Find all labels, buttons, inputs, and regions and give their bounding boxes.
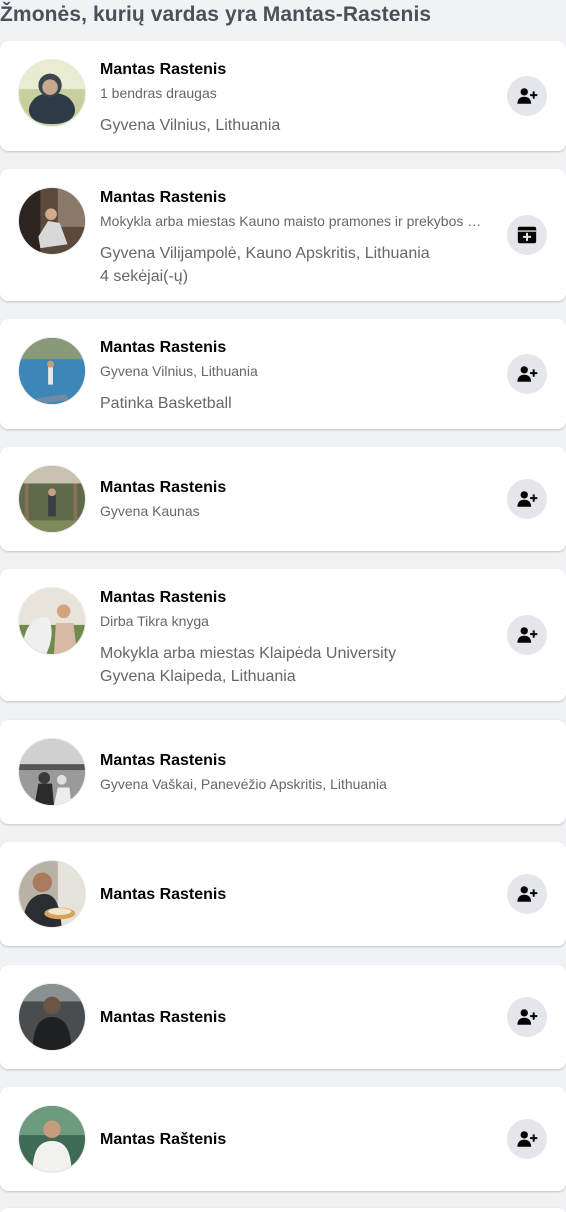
profile-detail: Gyvena Vilijampolė, Kauno Apskritis, Lit… <box>100 245 430 262</box>
add-friend-icon <box>517 1131 538 1147</box>
avatar-photo-icon <box>19 338 85 404</box>
profile-avatar[interactable] <box>18 860 86 928</box>
profile-name[interactable]: Mantas Rastenis <box>100 478 488 498</box>
profile-name[interactable]: Mantas Rastenis <box>100 60 488 80</box>
add-friend-icon <box>517 886 538 902</box>
result-card[interactable]: Mantas Rastenis Gyvena Vilnius, Lithuani… <box>0 319 566 429</box>
profile-name[interactable]: Mantas Rastenis <box>100 751 488 771</box>
result-card[interactable]: Mantas Raštenis <box>0 1087 566 1191</box>
result-card[interactable]: Mantas Rastenis 1 bendras draugas Gyvena… <box>0 41 566 151</box>
avatar-photo-icon <box>19 739 85 805</box>
add-friend-button[interactable] <box>507 997 547 1037</box>
profile-subtitle: Gyvena Vaškai, Panevėžio Apskritis, Lith… <box>100 776 387 792</box>
profile-name[interactable]: Mantas Rastenis <box>100 188 488 208</box>
page-title: Žmonės, kurių vardas yra Mantas-Rastenis <box>0 3 432 26</box>
profile-avatar[interactable] <box>18 1105 86 1173</box>
profile-subtitle: 1 bendras draugas <box>100 85 217 101</box>
profile-detail: Gyvena Klaipeda, Lithuania <box>100 668 296 685</box>
profile-subtitle: Gyvena Kaunas <box>100 503 200 519</box>
add-friend-icon <box>517 366 538 382</box>
avatar-photo-icon <box>19 188 85 254</box>
add-friend-button[interactable] <box>507 874 547 914</box>
avatar-photo-icon <box>19 1106 85 1172</box>
add-friend-button[interactable] <box>507 354 547 394</box>
profile-avatar[interactable] <box>18 59 86 127</box>
add-friend-button[interactable] <box>507 1119 547 1159</box>
result-card[interactable]: Mantas Rastenis Gyvena Kaunas <box>0 447 566 551</box>
profile-avatar[interactable] <box>18 187 86 255</box>
profile-detail: Patinka Basketball <box>100 395 232 412</box>
result-card[interactable]: Mantas Rastenis Mokykla arba miestas Kau… <box>0 169 566 301</box>
profile-detail: Gyvena Vilnius, Lithuania <box>100 117 281 134</box>
avatar-photo-icon <box>19 588 85 654</box>
profile-name[interactable]: Mantas Rastenis <box>100 1008 488 1028</box>
profile-detail: 4 sekėjai(-ų) <box>100 268 189 285</box>
avatar-photo-icon <box>19 60 85 126</box>
result-card-partial <box>0 1208 566 1212</box>
profile-name[interactable]: Mantas Rastenis <box>100 338 488 358</box>
profile-name[interactable]: Mantas Raštenis <box>100 1130 488 1150</box>
profile-subtitle: Mokykla arba miestas Kauno maisto pramon… <box>100 213 488 229</box>
follow-button[interactable] <box>507 215 547 255</box>
add-friend-icon <box>517 491 538 507</box>
avatar-photo-icon <box>19 984 85 1050</box>
avatar-photo-icon <box>19 861 85 927</box>
add-friend-icon <box>517 1009 538 1025</box>
result-card[interactable]: Mantas Rastenis <box>0 965 566 1069</box>
profile-avatar[interactable] <box>18 337 86 405</box>
add-friend-icon <box>517 88 538 104</box>
add-friend-icon <box>517 627 538 643</box>
avatar-photo-icon <box>19 466 85 532</box>
profile-avatar[interactable] <box>18 465 86 533</box>
result-card[interactable]: Mantas Rastenis Dirba Tikra knyga Mokykl… <box>0 569 566 701</box>
profile-subtitle: Gyvena Vilnius, Lithuania <box>100 363 258 379</box>
profile-subtitle: Dirba Tikra knyga <box>100 613 209 629</box>
result-card[interactable]: Mantas Rastenis Gyvena Vaškai, Panevėžio… <box>0 720 566 824</box>
profile-avatar[interactable] <box>18 587 86 655</box>
add-friend-button[interactable] <box>507 76 547 116</box>
result-card[interactable]: Mantas Rastenis <box>0 842 566 946</box>
add-friend-button[interactable] <box>507 479 547 519</box>
follow-icon <box>517 226 537 244</box>
profile-detail: Mokykla arba miestas Klaipėda University <box>100 645 397 662</box>
profile-avatar[interactable] <box>18 983 86 1051</box>
profile-avatar[interactable] <box>18 738 86 806</box>
add-friend-button[interactable] <box>507 615 547 655</box>
profile-name[interactable]: Mantas Rastenis <box>100 588 488 608</box>
profile-name[interactable]: Mantas Rastenis <box>100 885 488 905</box>
